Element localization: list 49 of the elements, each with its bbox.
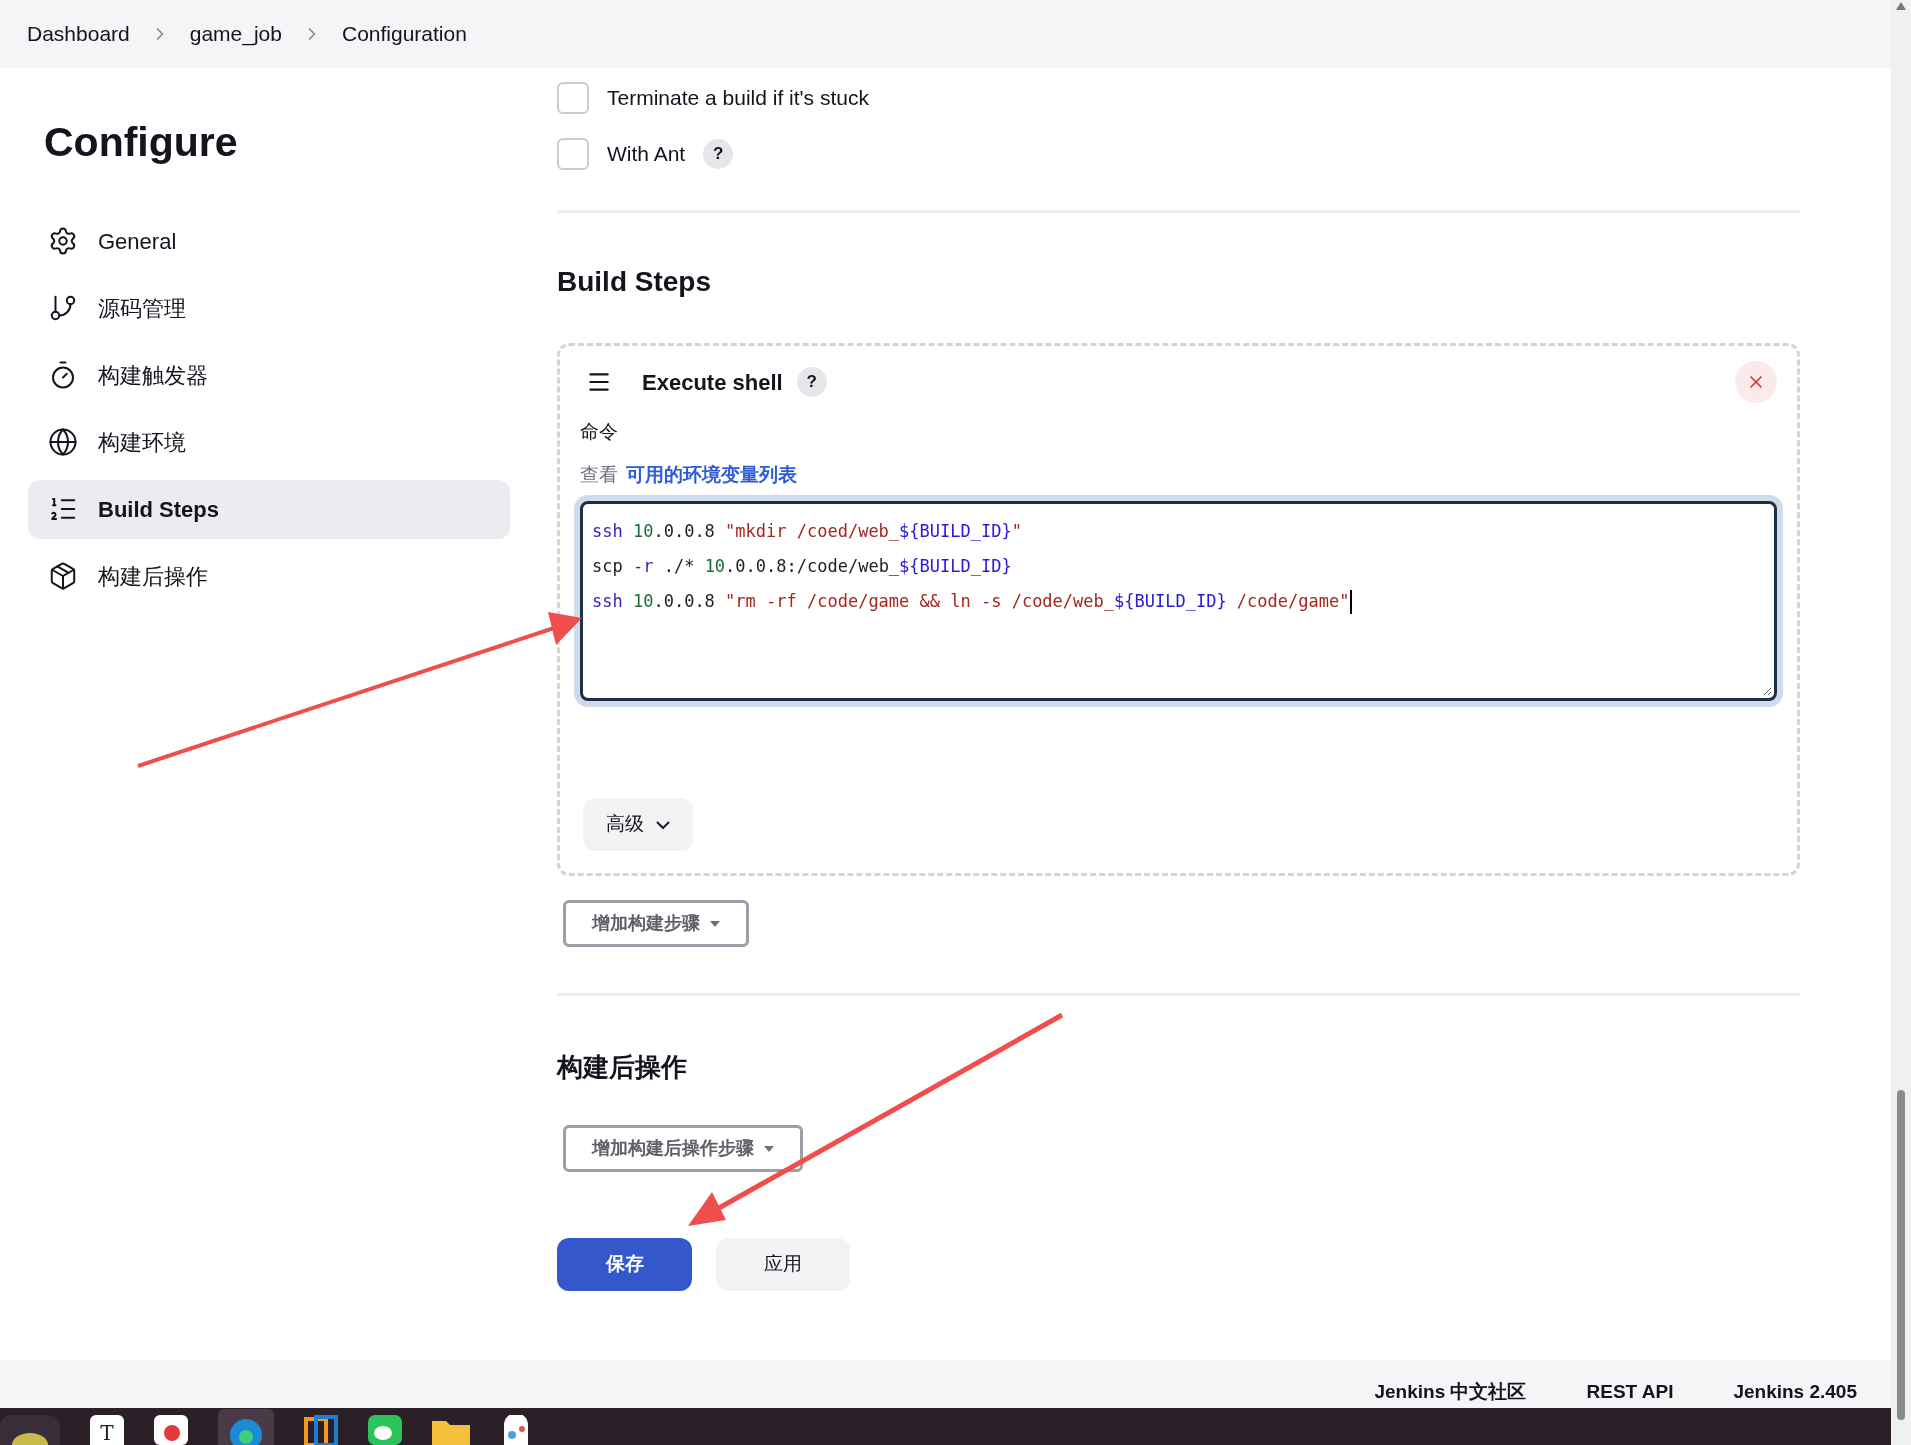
- checkbox[interactable]: [557, 82, 589, 114]
- scrollbar-thumb[interactable]: [1897, 1090, 1905, 1420]
- gear-icon: [48, 226, 78, 256]
- section-heading: Build Steps: [557, 265, 712, 299]
- hint-text: 查看: [580, 462, 618, 487]
- save-button[interactable]: 保存: [557, 1238, 692, 1291]
- help-icon[interactable]: ?: [703, 139, 734, 169]
- globe-icon: [48, 427, 78, 457]
- footer-link[interactable]: Jenkins 2.405: [1733, 1377, 1857, 1406]
- sidebar-item[interactable]: 源码管理: [28, 278, 510, 338]
- app-icon[interactable]: [10, 1431, 50, 1445]
- breadcrumb-link[interactable]: game_job: [189, 18, 282, 50]
- caret-icon: [764, 1145, 774, 1152]
- checkbox-label: With Ant: [607, 141, 686, 168]
- code-line: ssh 10.0.0.8 "rm -rf /code/game && ln -s /code/web_${BUILD_ID} /code/game": [592, 584, 1765, 619]
- advanced-button[interactable]: 高级: [583, 798, 693, 851]
- add-build-step-button[interactable]: 增加构建步骤: [563, 900, 749, 947]
- add-post-build-button[interactable]: 增加构建后操作步骤: [563, 1125, 803, 1172]
- help-icon[interactable]: ?: [796, 367, 827, 397]
- code-line: ssh 10.0.0.8 "mkdir /coed/web_${BUILD_ID}": [592, 520, 1023, 543]
- footer-link[interactable]: Jenkins 中文社区: [1374, 1377, 1527, 1406]
- page-title: Configure: [44, 118, 239, 167]
- sidebar-item[interactable]: 构建环境: [28, 412, 510, 472]
- breadcrumb-link[interactable]: Dashboard: [27, 18, 130, 50]
- close-button[interactable]: [1735, 361, 1777, 403]
- branch-icon: [48, 293, 78, 323]
- text-app-icon[interactable]: T: [90, 1415, 124, 1445]
- checkbox-label: Terminate a build if it's stuck: [607, 85, 869, 112]
- caret-icon: [710, 920, 720, 927]
- checkbox[interactable]: [557, 138, 589, 170]
- scroll-up-icon[interactable]: [1896, 2, 1906, 10]
- app-icon[interactable]: [154, 1415, 188, 1445]
- footer-link[interactable]: REST API: [1586, 1377, 1674, 1406]
- resize-grip-icon[interactable]: [1762, 686, 1772, 696]
- env-vars-link[interactable]: 可用的环境变量列表: [626, 460, 797, 489]
- step-title: Execute shell: [642, 368, 783, 397]
- sidebar-item[interactable]: 构建后操作: [28, 546, 510, 606]
- chevron-down-icon: [656, 820, 670, 829]
- field-label: 命令: [580, 420, 619, 444]
- chat-icon[interactable]: [368, 1415, 402, 1445]
- package-icon: [48, 561, 78, 591]
- sidebar-item[interactable]: 构建触发器: [28, 345, 510, 405]
- app-icon[interactable]: [304, 1415, 338, 1445]
- apply-button[interactable]: 应用: [716, 1238, 850, 1291]
- sidebar-item[interactable]: Build Steps: [28, 479, 510, 539]
- sidebar-item[interactable]: General: [28, 211, 510, 271]
- breadcrumb-link[interactable]: Configuration: [341, 18, 467, 50]
- code-line: scp -r ./* 10.0.0.8:/code/web_${BUILD_ID}: [592, 555, 1013, 578]
- section-heading: 构建后操作: [557, 1051, 688, 1084]
